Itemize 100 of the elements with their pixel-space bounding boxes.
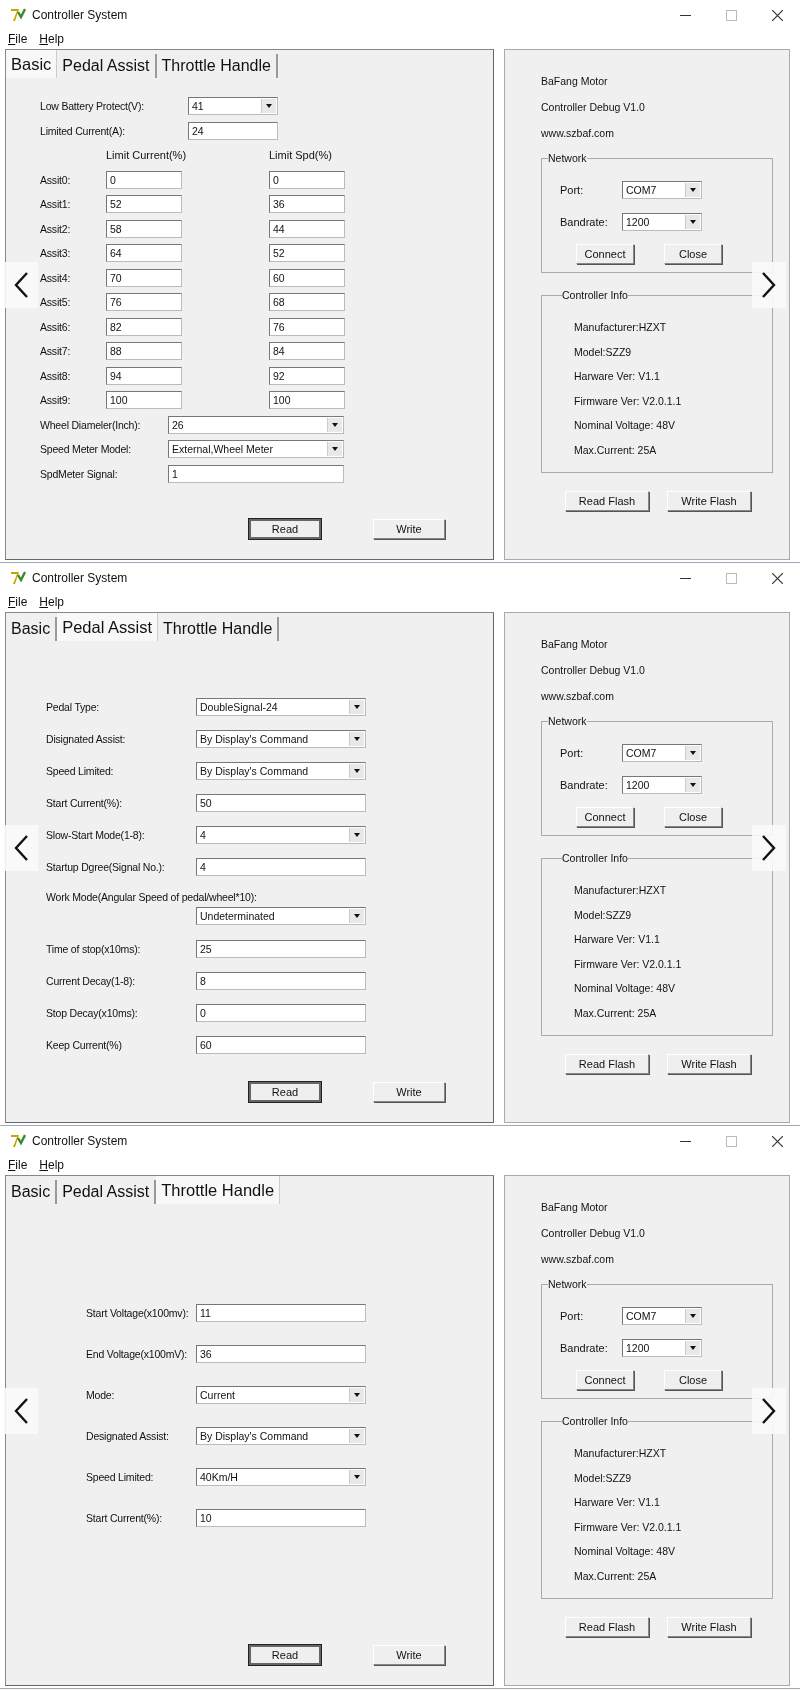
action-button[interactable]: Write [373,1082,445,1102]
input-field[interactable]: 0 [196,1004,366,1022]
action-button[interactable]: Read [249,1082,321,1102]
caret-icon [685,215,700,229]
dropdown[interactable]: DoubleSignal-24 [196,698,366,716]
next-button[interactable] [752,262,786,308]
field-label: Assit1: [40,198,72,211]
dropdown[interactable]: 1200 [622,213,702,231]
action-button[interactable]: Write [373,519,445,539]
menu-item[interactable]: Help [39,31,65,46]
menu-item[interactable]: File [8,31,28,46]
action-button[interactable]: Connect [576,807,634,827]
dropdown[interactable]: 4 [196,826,366,844]
input-field[interactable]: 0 [106,170,182,189]
input-field[interactable]: 100 [269,391,345,410]
dropdown[interactable]: COM7 [622,1307,702,1325]
action-button[interactable]: Read Flash [565,1617,649,1637]
input-field[interactable]: 76 [269,317,345,336]
dropdown[interactable]: 40Km/H [196,1467,366,1486]
tab[interactable]: Basic [6,50,58,78]
input-field[interactable]: 76 [106,293,182,312]
dropdown[interactable]: 41 [188,97,278,116]
action-button[interactable]: Write Flash [667,491,751,511]
input-field[interactable]: 84 [269,342,345,361]
group-title: Controller Info [562,289,628,301]
menu-item[interactable]: File [8,1157,28,1172]
input-field[interactable]: 94 [106,366,182,385]
action-button[interactable]: Read [249,1645,321,1665]
field-label: Port: [560,184,585,196]
menu-item[interactable]: File [8,594,28,609]
dropdown[interactable]: 1200 [622,776,702,794]
dropdown[interactable]: 1200 [622,1339,702,1357]
input-field[interactable]: 92 [269,366,345,385]
input-field[interactable]: 60 [269,268,345,287]
action-button[interactable]: Read Flash [565,491,649,511]
input-field[interactable]: 88 [106,342,182,361]
info-text: www.szbaf.com [541,1252,615,1267]
action-button[interactable]: Write [373,1645,445,1665]
dropdown[interactable]: External,Wheel Meter [168,440,344,459]
input-field[interactable]: 11 [196,1303,366,1322]
chevron-left-icon [13,834,29,862]
input-field[interactable]: 36 [269,195,345,214]
caret-icon [349,828,364,842]
action-button[interactable]: Write Flash [667,1617,751,1637]
dropdown[interactable]: Undeterminated [196,907,366,925]
previous-button[interactable] [4,262,38,308]
input-field[interactable]: 36 [196,1344,366,1363]
action-button[interactable]: Read Flash [565,1054,649,1074]
info-text: BaFang Motor [541,637,609,652]
dropdown[interactable]: 26 [168,415,344,434]
dropdown[interactable]: By Display's Command [196,1426,366,1445]
input-field[interactable]: 44 [269,219,345,238]
dropdown[interactable]: By Display's Command [196,730,366,748]
input-field[interactable]: 100 [106,391,182,410]
input-field[interactable]: 25 [196,940,366,958]
chevron-left-icon [13,271,29,299]
input-field[interactable]: 50 [196,794,366,812]
dropdown[interactable]: COM7 [622,744,702,762]
input-field[interactable]: 52 [269,244,345,263]
previous-button[interactable] [4,825,38,871]
info-text: Controller Debug V1.0 [541,663,646,678]
dropdown[interactable]: By Display's Command [196,762,366,780]
input-field[interactable]: 82 [106,317,182,336]
menu-item[interactable]: Help [39,1157,65,1172]
input-field[interactable]: 4 [196,858,366,876]
input-field[interactable]: 68 [269,293,345,312]
input-field[interactable]: 58 [106,219,182,238]
input-field[interactable]: 60 [196,1036,366,1054]
dropdown[interactable]: Current [196,1385,366,1404]
app-logo-icon [10,1133,26,1149]
action-button[interactable]: Read [249,519,321,539]
info-text: Firmware Ver: V2.0.1.1 [574,1519,683,1535]
field-label: Speed Limited: [86,1470,155,1483]
input-field[interactable]: 64 [106,244,182,263]
action-button[interactable]: Close [664,807,722,827]
action-button[interactable]: Write Flash [667,1054,751,1074]
next-button[interactable] [752,1388,786,1434]
input-field[interactable]: 24 [188,121,278,140]
input-field[interactable]: 52 [106,195,182,214]
action-button[interactable]: Close [664,244,722,264]
dropdown[interactable]: COM7 [622,181,702,199]
next-button[interactable] [752,825,786,871]
tab[interactable]: Pedal Assist [57,613,158,641]
action-button[interactable]: Connect [576,1370,634,1390]
tab[interactable]: Throttle Handle [156,1176,281,1204]
input-field[interactable]: 0 [269,170,345,189]
info-text: BaFang Motor [541,74,609,89]
input-field[interactable]: 10 [196,1508,366,1527]
action-button[interactable]: Close [664,1370,722,1390]
field-label: Assit7: [40,345,72,358]
info-text: Firmware Ver: V2.0.1.1 [574,956,683,972]
input-field[interactable]: 8 [196,972,366,990]
menu-item[interactable]: Help [39,594,65,609]
column-heading: Limit Spd(%) [269,149,333,162]
previous-button[interactable] [4,1388,38,1434]
input-field[interactable]: 1 [168,464,344,483]
caret-icon [685,1341,700,1355]
action-button[interactable]: Connect [576,244,634,264]
input-field[interactable]: 70 [106,268,182,287]
close-icon [771,9,783,21]
